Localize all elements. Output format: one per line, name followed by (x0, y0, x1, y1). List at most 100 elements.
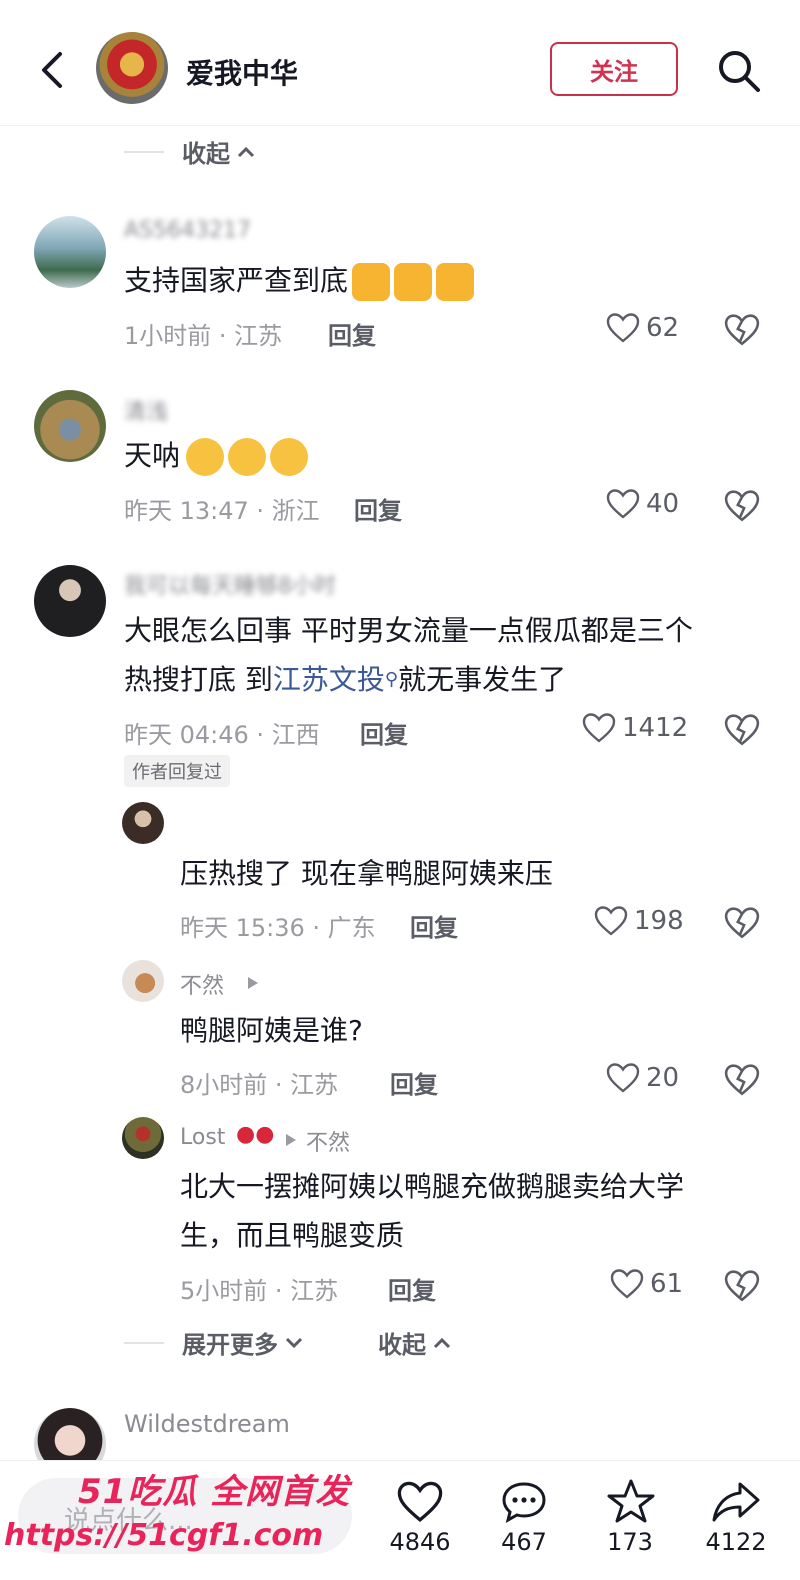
reply-text: 压热搜了 现在拿鸭腿阿姨来压 (180, 857, 553, 890)
comment-text-line1: 大眼怎么回事 平时男女流量一点假瓜都是三个 (124, 614, 693, 647)
like-count: 1412 (622, 713, 689, 743)
comment-text-content: 支持国家严查到底 (124, 264, 349, 297)
comment-username[interactable]: 清浅 (124, 394, 168, 426)
comment-text-line2: 热搜打底 到江苏文投⚲就无事发生了 (124, 656, 566, 704)
dislike-heart-icon[interactable] (724, 712, 760, 748)
reply-button[interactable]: 回复 (354, 491, 402, 526)
reply-text-line1: 北大一摆摊阿姨以鸭腿充做鹅腿卖给大学 (180, 1170, 685, 1203)
reply-meta: 昨天 15:36 · 广东 (180, 914, 376, 942)
reply-text: 鸭腿阿姨是谁? (180, 1014, 363, 1047)
avatar[interactable] (122, 802, 164, 844)
reply-button[interactable]: 回复 (328, 316, 376, 351)
collapse-replies-bottom[interactable]: 收起 (378, 1325, 452, 1360)
watermark-url: https://51cgf1.com (4, 1518, 324, 1553)
angry-face-emoji-icon (270, 438, 309, 476)
reply-username[interactable]: 不然 (180, 968, 224, 1000)
heart-icon (610, 1269, 644, 1299)
like-button[interactable]: 198 (594, 905, 684, 937)
like-count: 62 (646, 313, 680, 343)
search-icon-small[interactable]: ⚲ (385, 669, 398, 690)
like-count: 40 (646, 489, 680, 519)
video-like-count: 4846 (389, 1528, 451, 1556)
avatar[interactable] (34, 565, 106, 637)
heart-icon (606, 1063, 640, 1093)
favorite-count: 173 (607, 1528, 653, 1556)
comment-username[interactable]: 我可以每天睡够8小时 (124, 568, 336, 600)
divider-line (124, 1341, 164, 1344)
avatar[interactable] (122, 1117, 164, 1159)
like-button[interactable]: 61 (610, 1268, 683, 1300)
like-button[interactable]: 1412 (582, 712, 688, 744)
dislike-heart-icon[interactable] (724, 1268, 760, 1304)
comment-text-content: 天呐 (124, 439, 181, 472)
cherry-icon: ●● (236, 1122, 275, 1147)
comment-username[interactable]: Wildestdream (124, 1410, 290, 1438)
comment-count: 467 (501, 1528, 547, 1556)
account-avatar[interactable] (96, 32, 168, 104)
comment-text: 天呐 (124, 432, 312, 480)
dislike-heart-icon[interactable] (724, 1062, 760, 1098)
comment-meta: 1小时前 · 江苏 (124, 322, 283, 350)
reply-username[interactable]: Lost (180, 1125, 225, 1150)
like-count: 20 (646, 1063, 680, 1093)
chevron-up-icon (433, 1337, 451, 1348)
like-button[interactable]: 40 (606, 488, 679, 520)
dislike-heart-icon[interactable] (724, 312, 760, 348)
thumbs-up-icon (352, 263, 391, 301)
play-triangle-icon (248, 977, 258, 989)
reply-meta: 5小时前 · 江苏 (180, 1277, 339, 1305)
dislike-heart-icon[interactable] (724, 488, 760, 524)
reply-button[interactable]: 回复 (388, 1271, 436, 1306)
heart-icon (582, 713, 616, 743)
comment-username[interactable]: AS5643217 (124, 218, 251, 243)
watermark-text: 51吃瓜 全网首发 (78, 1472, 351, 1512)
expand-more-row[interactable]: 展开更多 (124, 1325, 304, 1360)
heart-icon (594, 906, 628, 936)
heart-icon[interactable] (396, 1480, 444, 1524)
dislike-heart-icon[interactable] (724, 905, 760, 941)
search-icon[interactable] (716, 48, 762, 94)
top-bar: 爱我中华 关注 (0, 0, 800, 126)
avatar[interactable] (122, 960, 164, 1002)
star-icon[interactable] (606, 1478, 656, 1524)
play-triangle-icon (286, 1134, 296, 1146)
like-count: 198 (634, 906, 684, 936)
divider-line (124, 150, 164, 153)
collapse-label: 收起 (378, 1331, 426, 1359)
comment-meta: 昨天 04:46 · 江西 (124, 721, 320, 749)
reply-meta: 8小时前 · 江苏 (180, 1071, 339, 1099)
expand-more-label: 展开更多 (182, 1331, 278, 1359)
angry-face-emoji-icon (186, 438, 225, 476)
follow-button[interactable]: 关注 (550, 42, 678, 96)
account-name[interactable]: 爱我中华 (186, 52, 298, 92)
collapse-label: 收起 (182, 140, 230, 168)
heart-icon (606, 313, 640, 343)
comment-meta: 昨天 13:47 · 浙江 (124, 497, 320, 525)
reply-button[interactable]: 回复 (390, 1065, 438, 1100)
collapse-replies-top[interactable]: 收起 (124, 134, 256, 169)
reply-button[interactable]: 回复 (360, 715, 408, 750)
chevron-up-icon (237, 146, 255, 157)
comment-bubble-icon[interactable] (500, 1480, 548, 1524)
search-link[interactable]: 江苏文投 (273, 663, 385, 696)
avatar[interactable] (34, 390, 106, 462)
reply-button[interactable]: 回复 (410, 908, 458, 943)
heart-icon (606, 489, 640, 519)
chevron-down-icon (285, 1337, 303, 1348)
thumbs-up-icon (436, 263, 475, 301)
back-arrow-icon[interactable] (36, 50, 70, 90)
thumbs-up-icon (394, 263, 433, 301)
reply-text-line2: 生，而且鸭腿变质 (180, 1219, 405, 1252)
comment-text-content: 就无事发生了 (398, 663, 567, 696)
like-button[interactable]: 62 (606, 312, 679, 344)
comment-text-content: 热搜打底 到 (124, 663, 273, 696)
share-arrow-icon[interactable] (710, 1480, 762, 1524)
like-button[interactable]: 20 (606, 1062, 679, 1094)
author-replied-badge: 作者回复过 (124, 755, 230, 787)
share-count: 4122 (705, 1528, 767, 1556)
comment-text: 支持国家严查到底 (124, 257, 478, 305)
reply-to-username[interactable]: 不然 (306, 1125, 350, 1157)
like-count: 61 (650, 1269, 684, 1299)
angry-face-emoji-icon (228, 438, 267, 476)
avatar[interactable] (34, 216, 106, 288)
